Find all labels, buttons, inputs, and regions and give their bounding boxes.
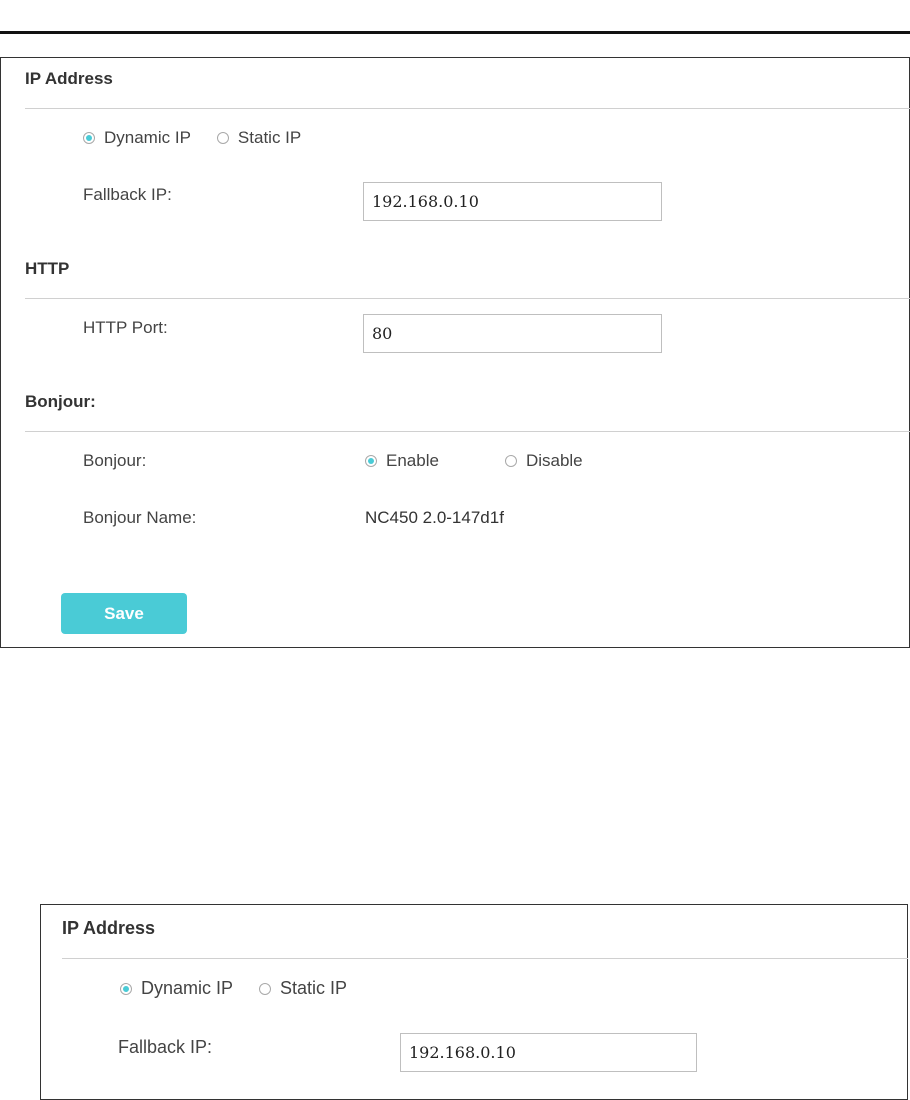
- http-port-input[interactable]: [363, 314, 662, 353]
- bonjour-name-label: Bonjour Name:: [83, 508, 197, 527]
- save-button[interactable]: Save: [61, 593, 187, 634]
- enable-label: Enable: [386, 451, 439, 470]
- radio-checked-icon[interactable]: [365, 455, 377, 467]
- fallback-ip-input[interactable]: [363, 182, 662, 221]
- ip-address-divider: [62, 958, 908, 959]
- http-heading: HTTP: [25, 259, 70, 278]
- radio-checked-icon[interactable]: [83, 132, 95, 144]
- radio-unchecked-icon[interactable]: [259, 982, 272, 995]
- bonjour-heading: Bonjour:: [25, 392, 96, 411]
- ip-mode-radio-group: Dynamic IP Static IP: [120, 978, 347, 999]
- settings-panel: IP Address Dynamic IP Static IP Fallback…: [0, 57, 910, 648]
- ip-address-divider: [25, 108, 910, 109]
- dynamic-ip-radio[interactable]: Dynamic IP: [83, 128, 191, 148]
- bonjour-enable-radio[interactable]: Enable: [365, 451, 439, 471]
- dynamic-ip-radio[interactable]: Dynamic IP: [120, 978, 233, 999]
- bonjour-name-value: NC450 2.0-147d1f: [365, 508, 504, 527]
- ip-address-zoom-panel: IP Address Dynamic IP Static IP Fallback…: [40, 904, 908, 1100]
- ip-address-heading: IP Address: [25, 69, 113, 88]
- bonjour-disable-radio[interactable]: Disable: [504, 451, 583, 471]
- ip-mode-radio-group: Dynamic IP Static IP: [83, 128, 301, 148]
- bonjour-label: Bonjour:: [83, 451, 147, 470]
- http-divider: [25, 298, 910, 299]
- static-ip-radio[interactable]: Static IP: [259, 978, 347, 999]
- bonjour-divider: [25, 431, 910, 432]
- ip-address-heading: IP Address: [62, 918, 156, 938]
- disable-label: Disable: [525, 451, 583, 470]
- radio-unchecked-icon[interactable]: [216, 132, 229, 144]
- dynamic-ip-label: Dynamic IP: [104, 128, 191, 147]
- radio-unchecked-icon[interactable]: [504, 455, 517, 467]
- fallback-ip-input[interactable]: [400, 1033, 697, 1072]
- fallback-ip-label: Fallback IP:: [83, 185, 172, 204]
- static-ip-label: Static IP: [237, 128, 302, 147]
- http-port-label: HTTP Port:: [83, 318, 168, 337]
- static-ip-label: Static IP: [280, 978, 348, 998]
- bonjour-radio-group: Enable Disable: [365, 451, 583, 471]
- static-ip-radio[interactable]: Static IP: [216, 128, 302, 148]
- radio-checked-icon[interactable]: [120, 982, 132, 995]
- dynamic-ip-label: Dynamic IP: [141, 978, 234, 998]
- top-rule: [0, 31, 910, 34]
- fallback-ip-label: Fallback IP:: [118, 1037, 213, 1057]
